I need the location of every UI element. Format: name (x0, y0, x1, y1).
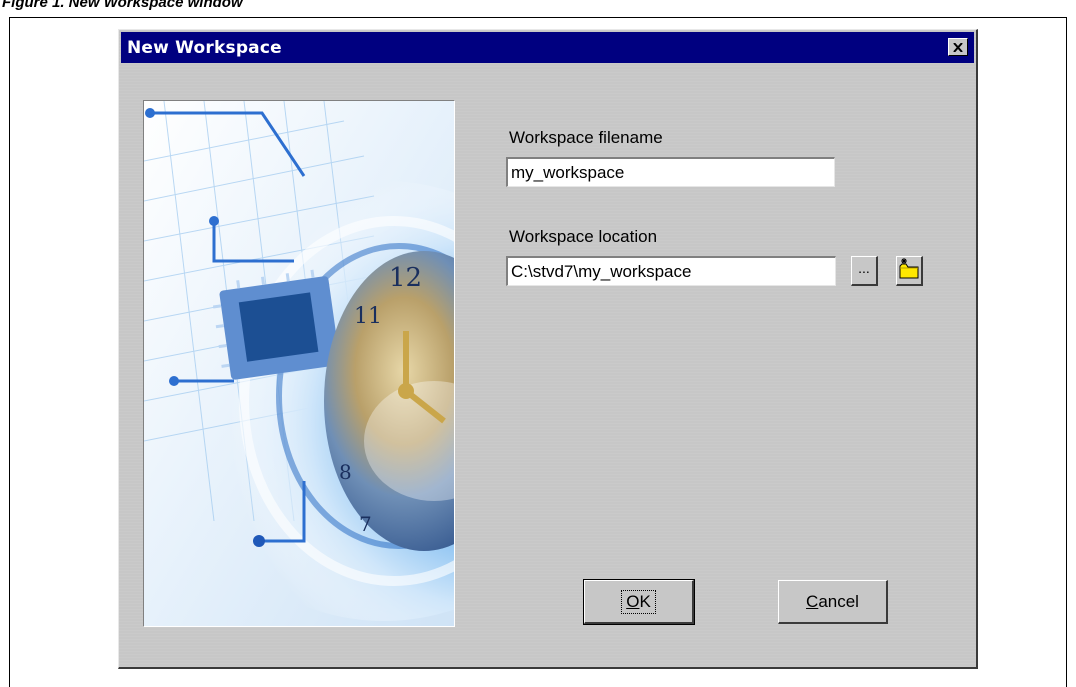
new-workspace-dialog: New Workspace 12 11 8 7 Workspace filena… (118, 29, 978, 669)
filename-label: Workspace filename (509, 128, 663, 147)
svg-text:8: 8 (339, 460, 352, 484)
illustration-panel: 12 11 8 7 (143, 100, 455, 627)
workspace-filename-input[interactable] (506, 157, 835, 187)
svg-text:12: 12 (389, 263, 422, 293)
new-folder-button[interactable] (896, 256, 923, 286)
cancel-button[interactable]: Cancel (778, 580, 888, 624)
svg-text:7: 7 (359, 512, 372, 536)
close-button[interactable] (948, 38, 968, 56)
title-bar[interactable]: New Workspace (121, 32, 974, 63)
workspace-location-input[interactable] (506, 256, 836, 286)
svg-text:11: 11 (354, 304, 382, 329)
cancel-button-label: Cancel (806, 591, 859, 611)
browse-button[interactable]: ... (851, 256, 878, 286)
close-x-icon (953, 42, 963, 52)
new-folder-icon (899, 258, 919, 279)
ok-button[interactable]: OK (583, 579, 695, 625)
figure-caption: Figure 1. New Workspace window (2, 0, 243, 11)
location-label: Workspace location (509, 227, 658, 246)
circuit-globe-clock-illustration: 12 11 8 7 (144, 101, 454, 626)
ok-button-label: OK (621, 589, 656, 614)
window-title: New Workspace (127, 37, 282, 58)
